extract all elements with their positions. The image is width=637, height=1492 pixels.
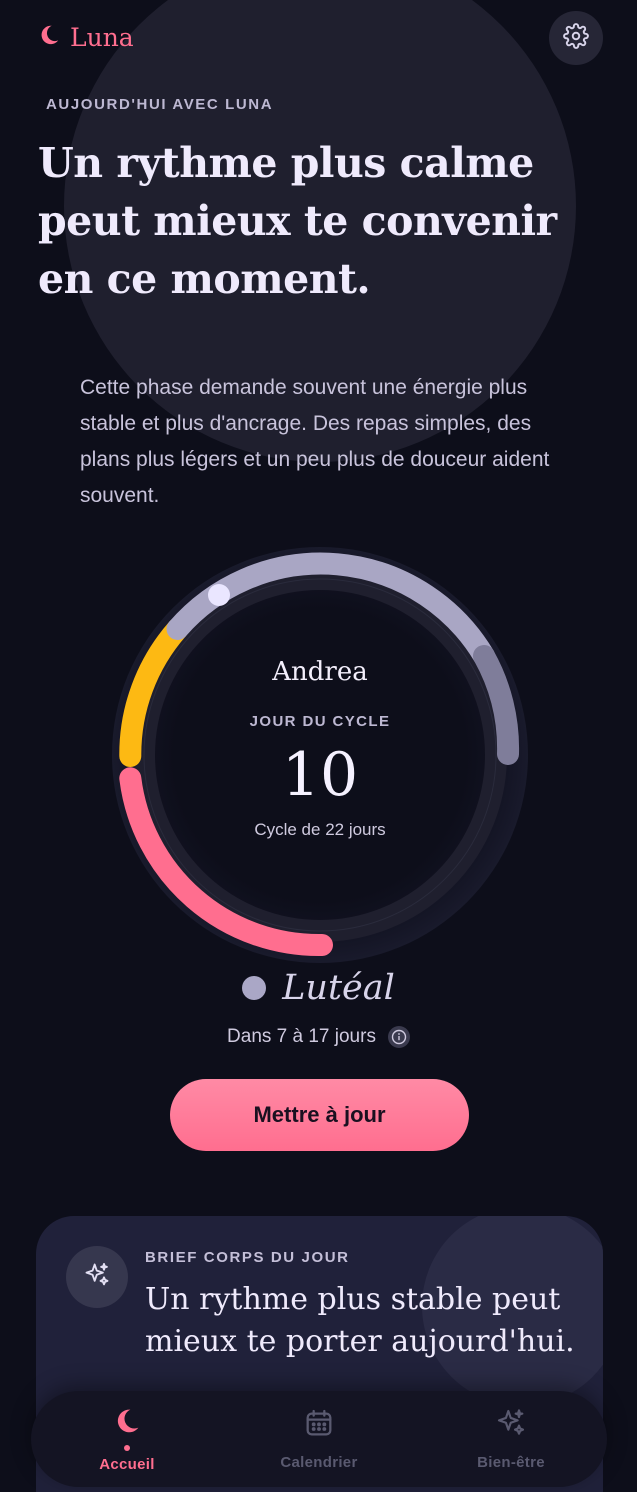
nav-label: Calendrier (280, 1454, 358, 1471)
cycle-length: Cycle de 22 jours (254, 820, 386, 839)
info-icon[interactable] (387, 1026, 410, 1048)
phase-window: Dans 7 à 17 jours (0, 1026, 637, 1048)
user-name: Andrea (272, 657, 368, 687)
brief-eyebrow: BRIEF CORPS DU JOUR (145, 1249, 350, 1266)
moon-icon (111, 1405, 143, 1442)
update-button[interactable]: Mettre à jour (170, 1079, 469, 1151)
gear-icon (563, 22, 589, 54)
calendar-icon (303, 1407, 335, 1444)
phase-window-text: Dans 7 à 17 jours (227, 1026, 376, 1047)
brand-name: Luna (70, 23, 134, 52)
settings-button[interactable] (549, 11, 603, 65)
cycle-day-value: 10 (281, 740, 359, 810)
phase-row: Lutéal (0, 968, 637, 1008)
sparkles-icon (83, 1261, 111, 1294)
hero-body: Cette phase demande souvent une énergie … (80, 376, 550, 507)
phase-name: Lutéal (282, 968, 395, 1008)
nav-item-calendrier[interactable]: Calendrier (244, 1391, 394, 1487)
bottom-nav: Accueil Calendrier Bien-être (31, 1391, 607, 1487)
sparkles-icon (495, 1407, 527, 1444)
nav-label: Bien-être (477, 1454, 545, 1471)
nav-item-accueil[interactable]: Accueil (52, 1391, 202, 1487)
brief-icon-badge (66, 1246, 128, 1308)
brand[interactable]: Luna (36, 22, 134, 53)
ring-center: Andrea JOUR DU CYCLE 10 Cycle de 22 jour… (110, 545, 530, 965)
phase-dot (242, 976, 267, 1000)
brief-title: Un rythme plus stable peut mieux te port… (145, 1282, 575, 1359)
nav-label: Accueil (99, 1456, 155, 1473)
cycle-day-label: JOUR DU CYCLE (249, 713, 391, 730)
hero-eyebrow: AUJOURD'HUI AVEC LUNA (46, 96, 274, 113)
cycle-ring[interactable]: Andrea JOUR DU CYCLE 10 Cycle de 22 jour… (110, 545, 530, 965)
nav-item-bien-etre[interactable]: Bien-être (436, 1391, 586, 1487)
moon-icon (36, 22, 62, 53)
hero-headline: Un rythme plus calme peut mieux te conve… (38, 139, 557, 303)
active-indicator (124, 1445, 130, 1451)
